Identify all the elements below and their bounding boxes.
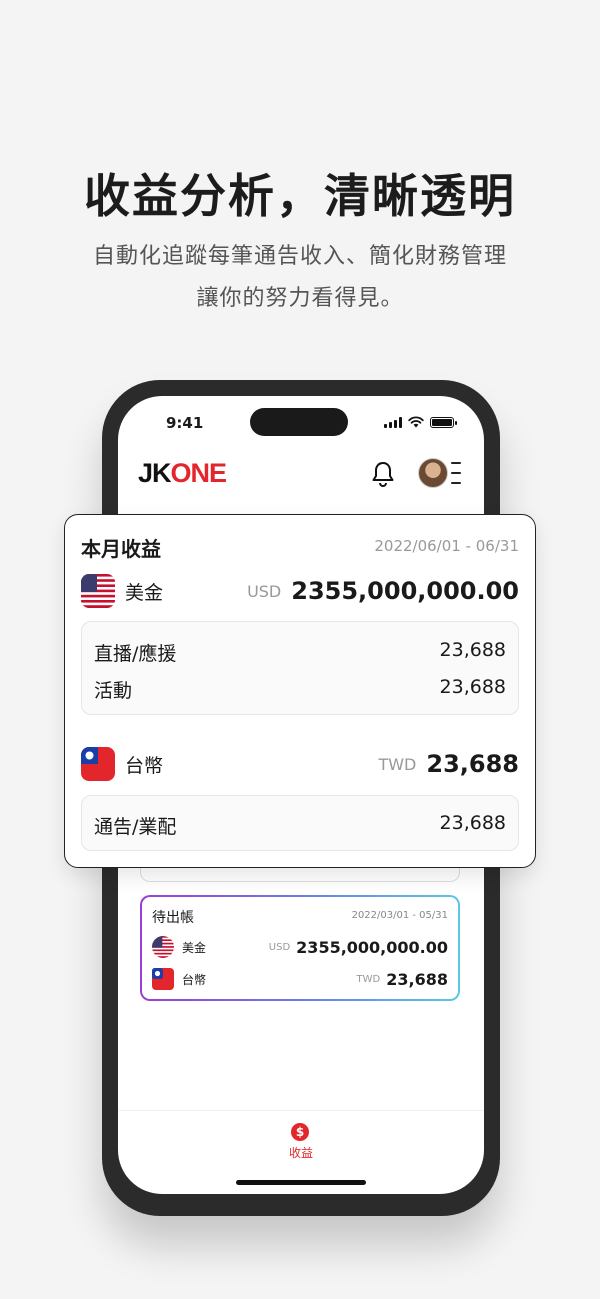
home-indicator[interactable]	[236, 1180, 366, 1185]
monthly-title: 本月收益	[81, 537, 161, 561]
bell-icon[interactable]	[370, 460, 396, 488]
breakdown-row: 直播/應援 23,688	[94, 639, 506, 665]
menu-icon[interactable]	[451, 462, 461, 484]
twd-breakdown: 通告/業配 23,688	[81, 795, 519, 851]
monthly-range: 2022/06/01 - 06/31	[374, 537, 519, 555]
usd-code: USD	[247, 581, 282, 601]
pending-twd-row: 台幣 TWD 23,688	[152, 967, 448, 991]
monthly-earnings-card[interactable]: 本月收益 2022/06/01 - 06/31 美金 USD 2355,000,…	[64, 514, 536, 868]
avatar[interactable]	[418, 458, 448, 488]
pending-card[interactable]: 待出帳 2022/03/01 - 05/31 美金 USD 2355,000,0…	[140, 895, 460, 1001]
twd-code: TWD	[378, 754, 417, 774]
twd-row: 台幣 TWD 23,688	[81, 747, 519, 781]
us-flag-icon	[81, 574, 115, 608]
usd-breakdown: 直播/應援 23,688 活動 23,688	[81, 621, 519, 715]
pending-range: 2022/03/01 - 05/31	[351, 910, 448, 921]
dollar-icon[interactable]: $	[291, 1123, 309, 1141]
subline-1: 自動化追蹤每筆通告收入、簡化財務管理	[92, 244, 507, 269]
status-icons	[384, 416, 457, 428]
taiwan-flag-icon	[81, 747, 115, 781]
wifi-icon	[408, 416, 424, 428]
twd-amount: 23,688	[426, 750, 519, 778]
taiwan-flag-icon	[152, 968, 174, 990]
usd-name: 美金	[125, 581, 164, 604]
pending-title: 待出帳	[152, 910, 194, 926]
app-logo[interactable]: JKONE	[138, 458, 227, 489]
us-flag-icon	[152, 936, 174, 958]
dynamic-island	[250, 408, 348, 436]
usd-amount: 2355,000,000.00	[291, 577, 519, 605]
breakdown-row: 活動 23,688	[94, 676, 506, 702]
tab-earnings[interactable]: 收益	[118, 1144, 484, 1161]
pending-usd-row: 美金 USD 2355,000,000.00	[152, 935, 448, 959]
signal-icon	[384, 416, 402, 428]
twd-name: 台幣	[125, 754, 164, 777]
subline-2: 讓你的努力看得見。	[196, 286, 404, 311]
status-time: 9:41	[166, 414, 204, 432]
battery-icon	[430, 416, 457, 428]
usd-row: 美金 USD 2355,000,000.00	[81, 574, 519, 608]
breakdown-row: 通告/業配 23,688	[94, 812, 506, 838]
headline: 收益分析，清晰透明	[84, 169, 516, 223]
